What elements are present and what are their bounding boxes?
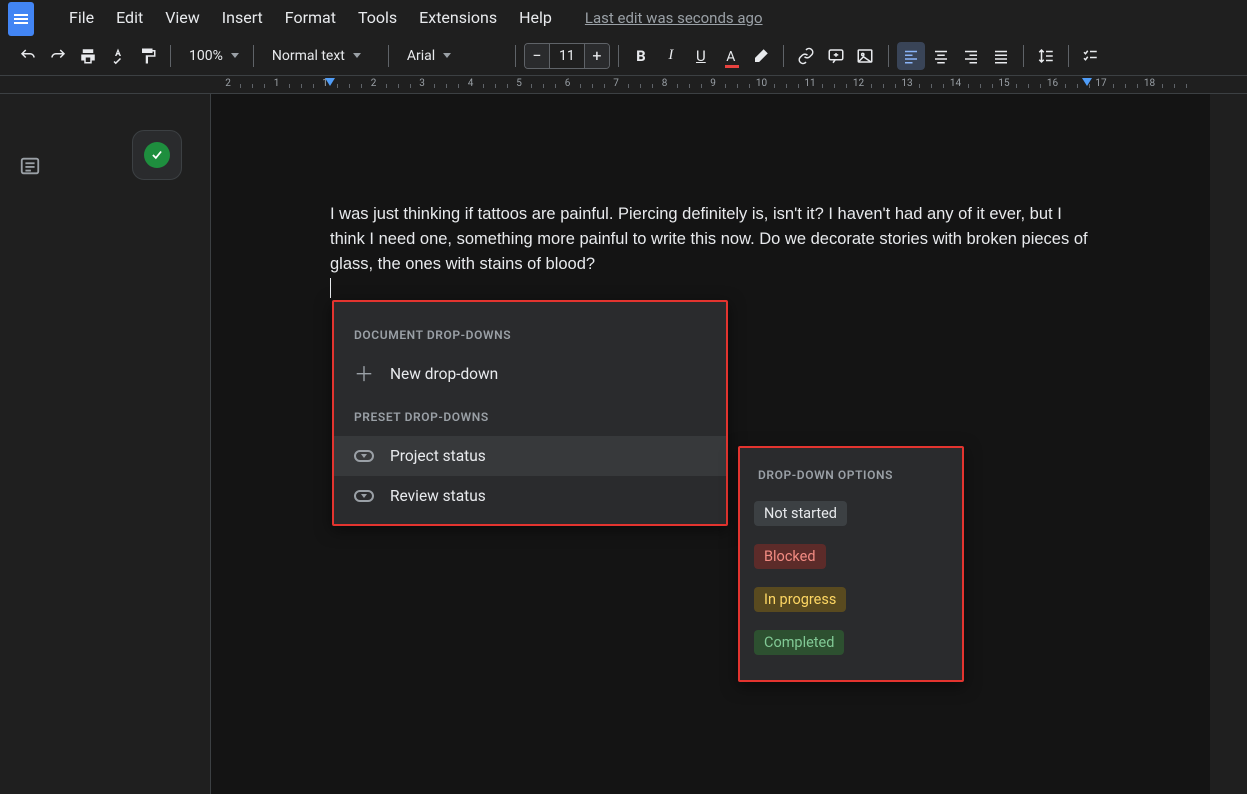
bold-button[interactable]: B [627,42,655,70]
text-cursor [330,278,331,298]
grammar-check-badge[interactable] [132,130,182,180]
option-chip-completed[interactable]: Completed [754,630,844,655]
preset-review-status[interactable]: Review status [334,476,726,516]
ruler-tick: 17 [1095,78,1106,89]
option-chip-blocked[interactable]: Blocked [754,544,826,569]
style-value: Normal text [272,48,345,64]
align-justify-button[interactable] [987,42,1015,70]
insert-image-button[interactable] [852,42,880,70]
ruler-tick: 2 [225,78,231,89]
menu-edit[interactable]: Edit [105,4,154,31]
font-size-group: − 11 + [524,43,610,69]
dropdown-options-panel: DROP-DOWN OPTIONS Not started Blocked In p… [738,446,964,682]
docs-logo-icon[interactable] [8,2,34,36]
new-dropdown-label: New drop-down [390,365,498,383]
ruler-tick: 15 [998,78,1009,89]
indent-left-marker[interactable] [325,78,335,86]
zoom-value: 100% [189,48,223,64]
menubar: File Edit View Insert Format Tools Exten… [0,0,1247,36]
paragraph-style-combo[interactable]: Normal text [262,42,380,70]
italic-button[interactable]: I [657,42,685,70]
ruler-tick: 11 [804,78,815,89]
option-chip-not-started[interactable]: Not started [754,501,847,526]
zoom-combo[interactable]: 100% [179,42,245,70]
ruler-tick: 2 [371,78,377,89]
ruler-tick: 12 [853,78,864,89]
align-right-button[interactable] [957,42,985,70]
indent-right-marker[interactable] [1082,78,1092,86]
font-family-combo[interactable]: Arial [397,42,507,70]
caret-down-icon [353,53,361,58]
insert-link-button[interactable] [792,42,820,70]
align-center-button[interactable] [927,42,955,70]
ruler-tick: 7 [613,78,619,89]
preset-project-status[interactable]: Project status [334,436,726,476]
menu-format[interactable]: Format [274,4,347,31]
dropdown-chip-icon [354,490,374,502]
menu-view[interactable]: View [154,4,211,31]
ruler-tick: 13 [901,78,912,89]
workspace: I was just thinking if tattoos are painf… [0,94,1247,698]
plus-icon: ＋ [354,364,374,384]
redo-button[interactable] [44,42,72,70]
caret-down-icon [443,53,451,58]
text-color-button[interactable]: A [717,42,745,70]
option-chip-in-progress[interactable]: In progress [754,587,846,612]
ruler-tick: 9 [710,78,716,89]
menu-extensions[interactable]: Extensions [408,4,508,31]
preset-label: Project status [390,447,486,465]
toolbar: 100% Normal text Arial − 11 + B I U A [0,36,1247,76]
document-outline-button[interactable] [14,150,46,182]
align-left-button[interactable] [897,42,925,70]
ruler-tick: 6 [565,78,571,89]
horizontal-ruler[interactable]: 21123456789101112131415161718 [0,76,1247,94]
menu-file[interactable]: File [58,4,105,31]
checklist-button[interactable] [1077,42,1105,70]
font-size-value[interactable]: 11 [549,44,585,68]
last-edit-link[interactable]: Last edit was seconds ago [585,9,763,27]
ruler-tick: 3 [419,78,425,89]
ruler-tick: 8 [662,78,668,89]
caret-down-icon [231,53,239,58]
font-value: Arial [407,48,435,64]
new-dropdown-row[interactable]: ＋ New drop-down [334,354,726,394]
options-header: DROP-DOWN OPTIONS [754,468,948,492]
panel-section-header: DOCUMENT DROP-DOWNS [334,322,726,354]
ruler-tick: 18 [1144,78,1155,89]
menu-help[interactable]: Help [508,4,563,31]
undo-button[interactable] [14,42,42,70]
menu-tools[interactable]: Tools [347,4,408,31]
ruler-tick: 5 [516,78,522,89]
spellcheck-button[interactable] [104,42,132,70]
ruler-tick: 16 [1047,78,1058,89]
insert-comment-button[interactable] [822,42,850,70]
ruler-tick: 1 [274,78,280,89]
ruler-tick: 14 [950,78,961,89]
document-body-text[interactable]: I was just thinking if tattoos are painf… [330,202,1090,276]
print-button[interactable] [74,42,102,70]
font-size-decrease[interactable]: − [525,44,549,68]
ruler-tick: 10 [756,78,767,89]
underline-button[interactable]: U [687,42,715,70]
line-spacing-button[interactable] [1032,42,1060,70]
menu-insert[interactable]: Insert [211,4,274,31]
font-size-increase[interactable]: + [585,44,609,68]
highlight-button[interactable] [747,42,775,70]
dropdown-insert-panel: DOCUMENT DROP-DOWNS ＋ New drop-down PRES… [332,300,728,526]
panel-section-header: PRESET DROP-DOWNS [334,394,726,436]
preset-label: Review status [390,487,486,505]
ruler-tick: 4 [468,78,474,89]
paint-format-button[interactable] [134,42,162,70]
dropdown-chip-icon [354,450,374,462]
